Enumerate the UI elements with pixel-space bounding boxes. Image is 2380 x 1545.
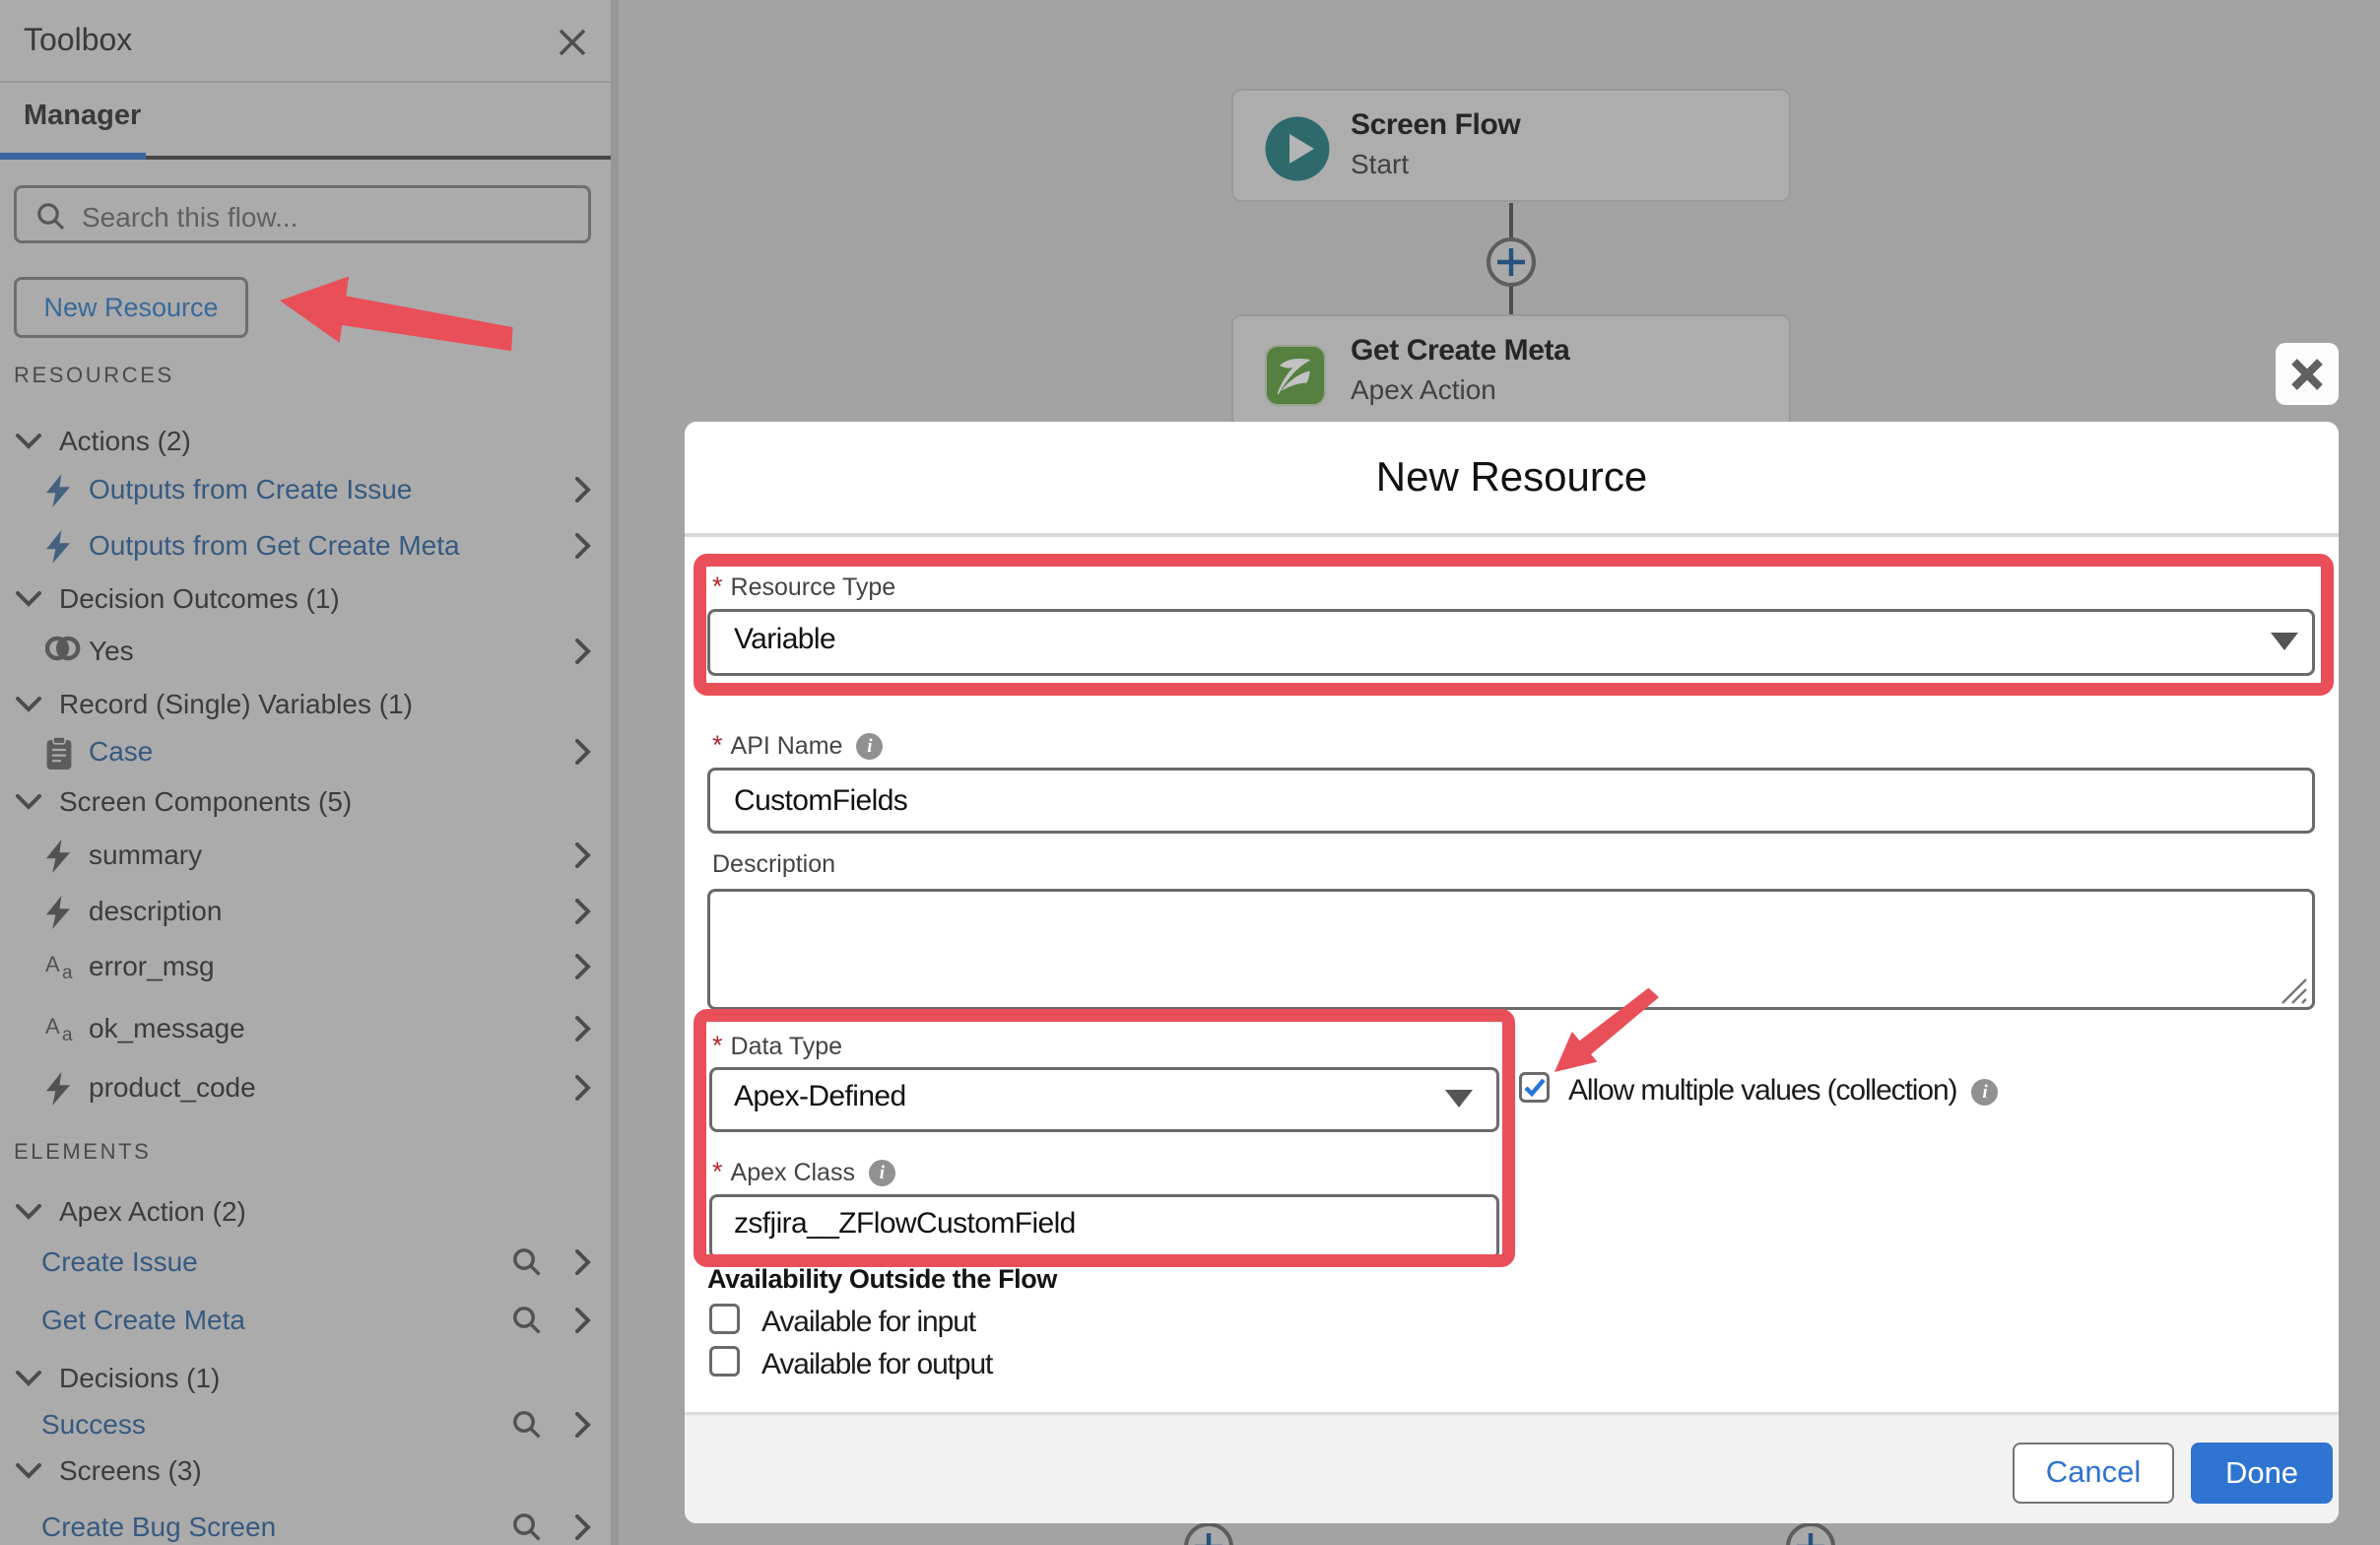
svg-text:a: a: [62, 963, 73, 980]
svg-text:A: A: [45, 952, 60, 976]
svg-text:A: A: [45, 1014, 60, 1039]
svg-text:a: a: [62, 1025, 73, 1042]
